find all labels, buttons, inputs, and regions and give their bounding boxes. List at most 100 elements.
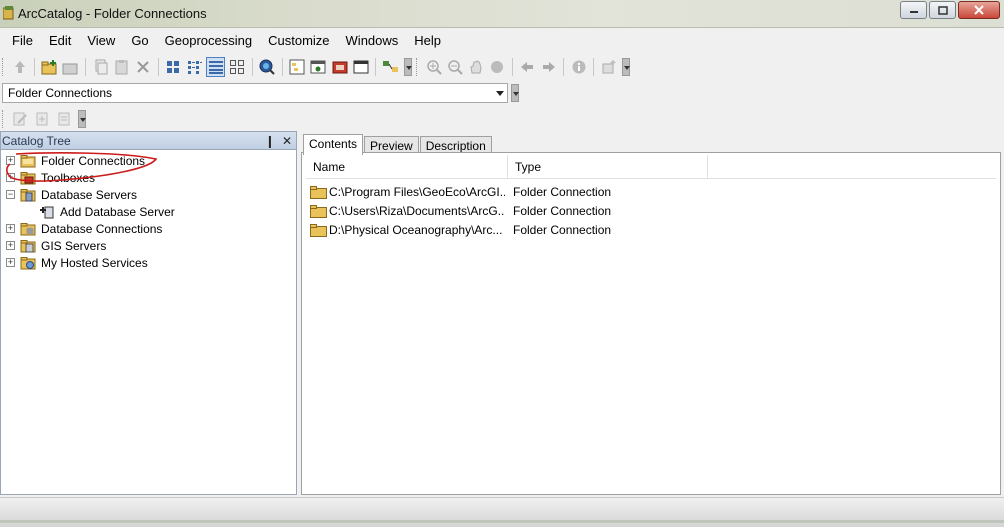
edit-metadata-button[interactable] <box>10 109 30 129</box>
view-tabs: Contents Preview Description <box>303 134 493 155</box>
model-builder-icon <box>382 61 398 72</box>
catalog-tree-title: Catalog Tree <box>2 134 71 148</box>
catalog-tree-header: Catalog Tree ❙ ✕ <box>1 132 296 150</box>
globe-search-icon <box>259 59 275 75</box>
tree-item-label: Database Servers <box>41 187 138 202</box>
metadata-toolbar-options[interactable] <box>78 110 86 128</box>
tree-item-label: Toolboxes <box>41 170 96 185</box>
tree-item-folder-connections[interactable]: + Folder Connections <box>6 152 145 169</box>
menu-file[interactable]: File <box>4 29 41 53</box>
launch-arcmap-button[interactable] <box>258 57 277 77</box>
full-extent-icon <box>491 61 504 73</box>
folder-icon <box>310 185 327 199</box>
minimize-button[interactable] <box>900 1 927 19</box>
location-combo[interactable]: Folder Connections <box>2 83 508 103</box>
toolbar-options-button-2[interactable] <box>622 58 631 76</box>
expand-icon[interactable]: + <box>6 241 15 250</box>
menu-windows[interactable]: Windows <box>338 29 407 53</box>
paste-button[interactable] <box>113 57 132 77</box>
toolbar-grip[interactable] <box>2 58 5 76</box>
tree-item-my-hosted-services[interactable]: + My Hosted Services <box>6 254 148 271</box>
title-bar: ArcCatalog - Folder Connections <box>0 0 1004 28</box>
database-connections-icon <box>20 222 36 235</box>
list-view-icon <box>187 61 202 74</box>
pan-button[interactable] <box>466 57 485 77</box>
create-thumbnail-button[interactable] <box>599 57 618 77</box>
menu-edit[interactable]: Edit <box>41 29 79 53</box>
menu-help[interactable]: Help <box>406 29 449 53</box>
expand-icon[interactable]: + <box>6 156 15 165</box>
list-view-button[interactable] <box>185 57 204 77</box>
row-type: Folder Connection <box>513 223 612 237</box>
large-icons-button[interactable] <box>164 57 183 77</box>
table-row[interactable]: C:\Program Files\GeoEco\ArcGI... Folder … <box>310 183 611 201</box>
table-row[interactable]: D:\Physical Oceanography\Arc... Folder C… <box>310 221 611 239</box>
zoom-in-button[interactable] <box>424 57 443 77</box>
python-window-button[interactable] <box>351 57 370 77</box>
status-bar <box>0 497 1004 527</box>
toolbar-options-button[interactable] <box>404 58 413 76</box>
row-name: C:\Program Files\GeoEco\ArcGI... <box>329 185 505 199</box>
export-metadata-button[interactable] <box>54 109 74 129</box>
column-header-type[interactable]: Type <box>508 155 708 178</box>
menu-view[interactable]: View <box>79 29 123 53</box>
back-button[interactable] <box>518 57 537 77</box>
expand-icon[interactable]: + <box>6 258 15 267</box>
location-toolbar-options[interactable] <box>511 84 519 102</box>
menu-go[interactable]: Go <box>123 29 156 53</box>
tree-item-database-servers[interactable]: − Database Servers <box>6 186 137 203</box>
catalog-tree-window-button[interactable] <box>288 57 307 77</box>
delete-button[interactable] <box>134 57 153 77</box>
tree-item-database-connections[interactable]: + Database Connections <box>6 220 162 237</box>
up-arrow-icon <box>14 61 25 73</box>
search-window-button[interactable] <box>309 57 328 77</box>
tree-item-add-database-server[interactable]: Add Database Server <box>39 203 175 220</box>
copy-button[interactable] <box>91 57 110 77</box>
full-extent-button[interactable] <box>488 57 507 77</box>
close-panel-icon[interactable]: ✕ <box>282 132 292 150</box>
details-view-icon <box>208 61 223 74</box>
delete-icon <box>137 61 149 73</box>
maximize-icon <box>937 5 948 15</box>
zoom-out-icon <box>448 60 463 75</box>
folder-icon <box>310 223 327 237</box>
catalog-window-icon <box>289 59 305 75</box>
menu-customize[interactable]: Customize <box>260 29 337 53</box>
disconnect-folder-button[interactable] <box>61 57 80 77</box>
toolbar-grip-metadata[interactable] <box>2 110 5 128</box>
dropdown-arrow-icon <box>496 91 504 100</box>
thumbnails-button[interactable] <box>227 57 246 77</box>
row-name: C:\Users\Riza\Documents\ArcG... <box>329 204 505 218</box>
tree-item-label: Folder Connections <box>41 153 146 168</box>
identify-button[interactable] <box>569 57 588 77</box>
minimize-icon <box>909 11 918 13</box>
zoom-in-icon <box>426 60 442 75</box>
create-thumbnail-icon <box>602 60 616 74</box>
metadata-toolbar <box>0 106 90 132</box>
import-metadata-button[interactable] <box>32 109 52 129</box>
menu-geoprocessing[interactable]: Geoprocessing <box>157 29 260 53</box>
connect-folder-button[interactable] <box>40 57 59 77</box>
model-builder-button[interactable] <box>381 57 400 77</box>
tree-item-toolboxes[interactable]: + Toolboxes <box>6 169 95 186</box>
close-window-button[interactable] <box>958 1 1000 19</box>
details-view-button[interactable] <box>206 57 226 77</box>
pan-hand-icon <box>470 60 482 74</box>
arctoolbox-button[interactable] <box>330 57 349 77</box>
column-header-name[interactable]: Name <box>306 155 508 178</box>
contents-panel: Contents Preview Description Name Type C… <box>301 131 1001 495</box>
collapse-icon[interactable]: − <box>6 190 15 199</box>
maximize-button[interactable] <box>929 1 956 19</box>
row-type: Folder Connection <box>513 204 612 218</box>
expand-icon[interactable]: + <box>6 173 15 182</box>
expand-icon[interactable]: + <box>6 224 15 233</box>
tree-item-gis-servers[interactable]: + GIS Servers <box>6 237 106 254</box>
pin-icon[interactable]: ❙ <box>265 132 275 150</box>
table-row[interactable]: C:\Users\Riza\Documents\ArcG... Folder C… <box>310 202 611 220</box>
up-one-level-button[interactable] <box>10 57 29 77</box>
back-arrow-icon <box>521 62 534 72</box>
zoom-out-button[interactable] <box>445 57 464 77</box>
tab-contents[interactable]: Contents <box>303 134 364 155</box>
forward-button[interactable] <box>539 57 558 77</box>
database-servers-icon <box>20 188 36 201</box>
